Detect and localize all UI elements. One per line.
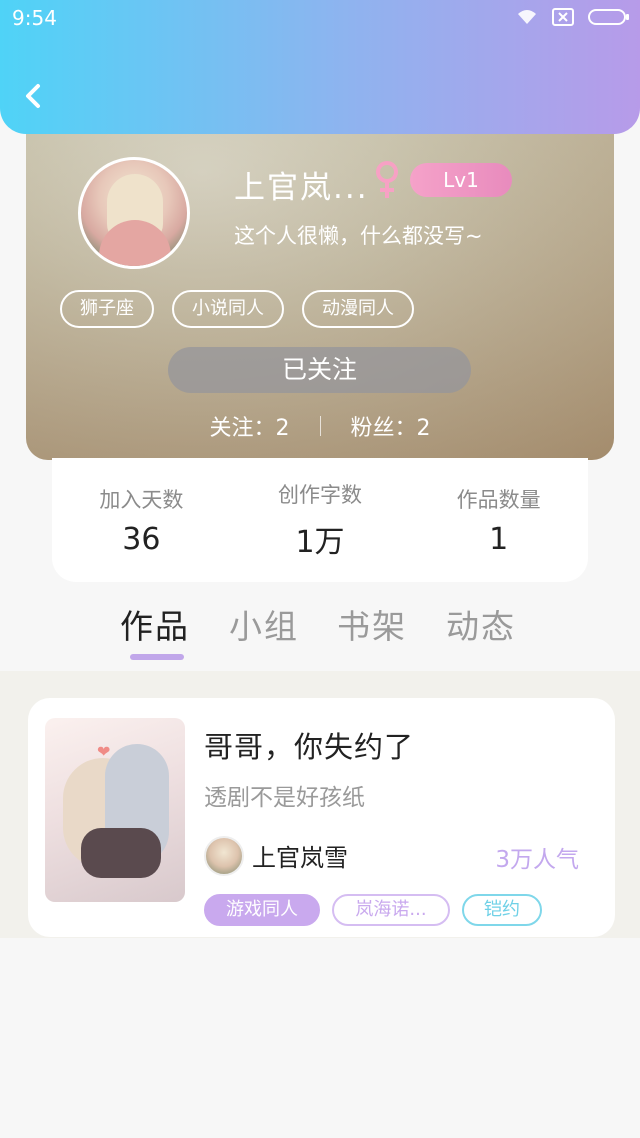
stat-label: 作品数量	[456, 487, 541, 512]
author-name[interactable]: 上官岚雪	[252, 838, 348, 873]
stat-word-count: 创作字数 1万	[240, 479, 400, 561]
user-avatar[interactable]	[78, 157, 190, 269]
tab-groups[interactable]: 小组	[229, 600, 299, 648]
profile-tag[interactable]: 小说同人	[172, 290, 284, 328]
fans-count[interactable]: 粉丝：2	[351, 410, 431, 442]
work-tag[interactable]: 游戏同人	[204, 894, 320, 926]
stat-label: 加入天数	[99, 487, 184, 512]
work-tag[interactable]: 岚海诺...	[332, 894, 450, 926]
work-cover-image[interactable]: ❤	[45, 718, 185, 902]
work-tag[interactable]: 铠约	[462, 894, 542, 926]
author-avatar[interactable]	[204, 836, 244, 876]
sim-icon	[552, 8, 574, 26]
tab-bookshelf[interactable]: 书架	[337, 600, 407, 648]
work-card[interactable]: ❤ 哥哥，你失约了 透剧不是好孩纸 上官岚雪 3万人气 游戏同人 岚海诺... …	[28, 698, 615, 937]
battery-icon	[588, 8, 630, 26]
user-bio: 这个人很懒，什么都没写~	[234, 224, 483, 248]
back-arrow-icon[interactable]	[20, 80, 48, 112]
profile-tag[interactable]: 动漫同人	[302, 290, 414, 328]
works-list: ❤ 哥哥，你失约了 透剧不是好孩纸 上官岚雪 3万人气 游戏同人 岚海诺... …	[0, 671, 640, 938]
stat-label: 创作字数	[277, 483, 362, 507]
username: 上官岚...	[234, 170, 369, 206]
header-bar: 9:54	[0, 0, 640, 134]
follow-stats: 关注：2 粉丝：2	[26, 410, 614, 442]
follow-button[interactable]: 已关注	[168, 347, 471, 393]
stat-value: 36	[122, 521, 161, 557]
following-count[interactable]: 关注：2	[210, 410, 290, 442]
wifi-icon	[516, 9, 538, 25]
profile-card: 上官岚... Lv1 这个人很懒，什么都没写~ 狮子座 小说同人 动漫同人 已关…	[26, 100, 614, 460]
stats-card: 加入天数 36 创作字数 1万 作品数量 1	[52, 458, 588, 582]
work-subtitle: 透剧不是好孩纸	[204, 785, 365, 811]
stat-value: 1万	[295, 525, 345, 560]
profile-tags: 狮子座 小说同人 动漫同人	[60, 290, 414, 328]
female-gender-icon	[374, 160, 400, 200]
status-icons	[516, 8, 630, 26]
stat-works-count: 作品数量 1	[419, 484, 579, 557]
tab-activity[interactable]: 动态	[446, 600, 516, 648]
divider	[319, 416, 321, 436]
profile-tag[interactable]: 狮子座	[60, 290, 154, 328]
level-badge: Lv1	[410, 163, 512, 197]
work-title[interactable]: 哥哥，你失约了	[204, 724, 414, 766]
work-tags: 游戏同人 岚海诺... 铠约	[204, 894, 542, 926]
stat-join-days: 加入天数 36	[61, 484, 221, 557]
popularity-count: 3万人气	[495, 847, 579, 873]
tab-works[interactable]: 作品	[120, 600, 190, 648]
status-time: 9:54	[12, 6, 57, 30]
stat-value: 1	[489, 521, 509, 557]
content-tabs: 作品 小组 书架 动态	[0, 594, 640, 670]
active-tab-indicator	[130, 654, 184, 660]
